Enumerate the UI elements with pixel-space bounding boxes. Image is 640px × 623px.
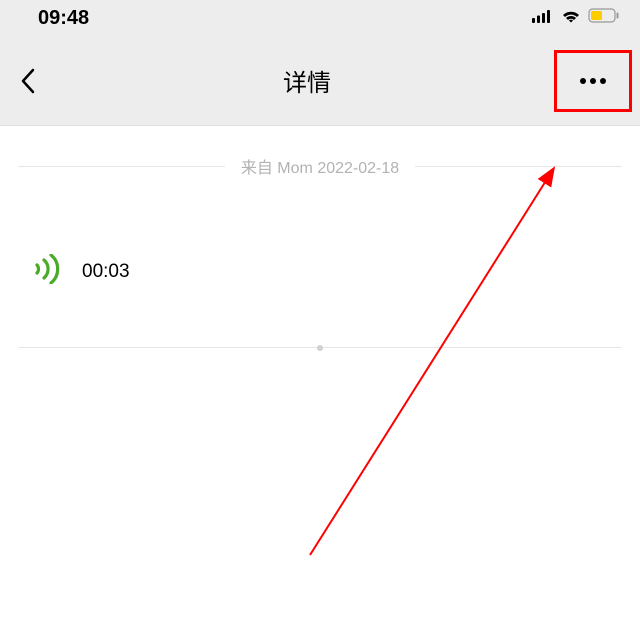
status-bar: 09:48	[0, 0, 640, 36]
detail-content: 来自 Mom 2022-02-18 00:03	[0, 126, 640, 368]
status-icons	[532, 8, 620, 29]
status-time: 09:48	[38, 7, 89, 30]
source-date: 2022-02-18	[317, 160, 399, 177]
voice-message[interactable]: 00:03	[18, 220, 622, 323]
page-title: 详情	[60, 63, 554, 98]
chevron-left-icon	[20, 67, 36, 95]
divider-right	[415, 166, 622, 167]
source-line: 来自 Mom 2022-02-18	[18, 154, 622, 178]
more-button[interactable]	[554, 50, 632, 112]
cellular-icon	[532, 9, 554, 28]
navigation-bar: 详情	[0, 36, 640, 126]
ellipsis-icon	[579, 77, 607, 85]
section-divider	[18, 347, 622, 348]
divider-dot	[317, 345, 323, 351]
battery-icon	[588, 8, 620, 28]
voice-duration: 00:03	[82, 261, 130, 283]
divider-left	[18, 166, 225, 167]
back-button[interactable]	[20, 67, 60, 95]
source-text: 来自 Mom 2022-02-18	[241, 154, 399, 178]
source-name: Mom	[277, 160, 313, 177]
voice-play-icon	[32, 254, 64, 289]
wifi-icon	[560, 8, 582, 29]
source-prefix: 来自	[241, 160, 277, 177]
